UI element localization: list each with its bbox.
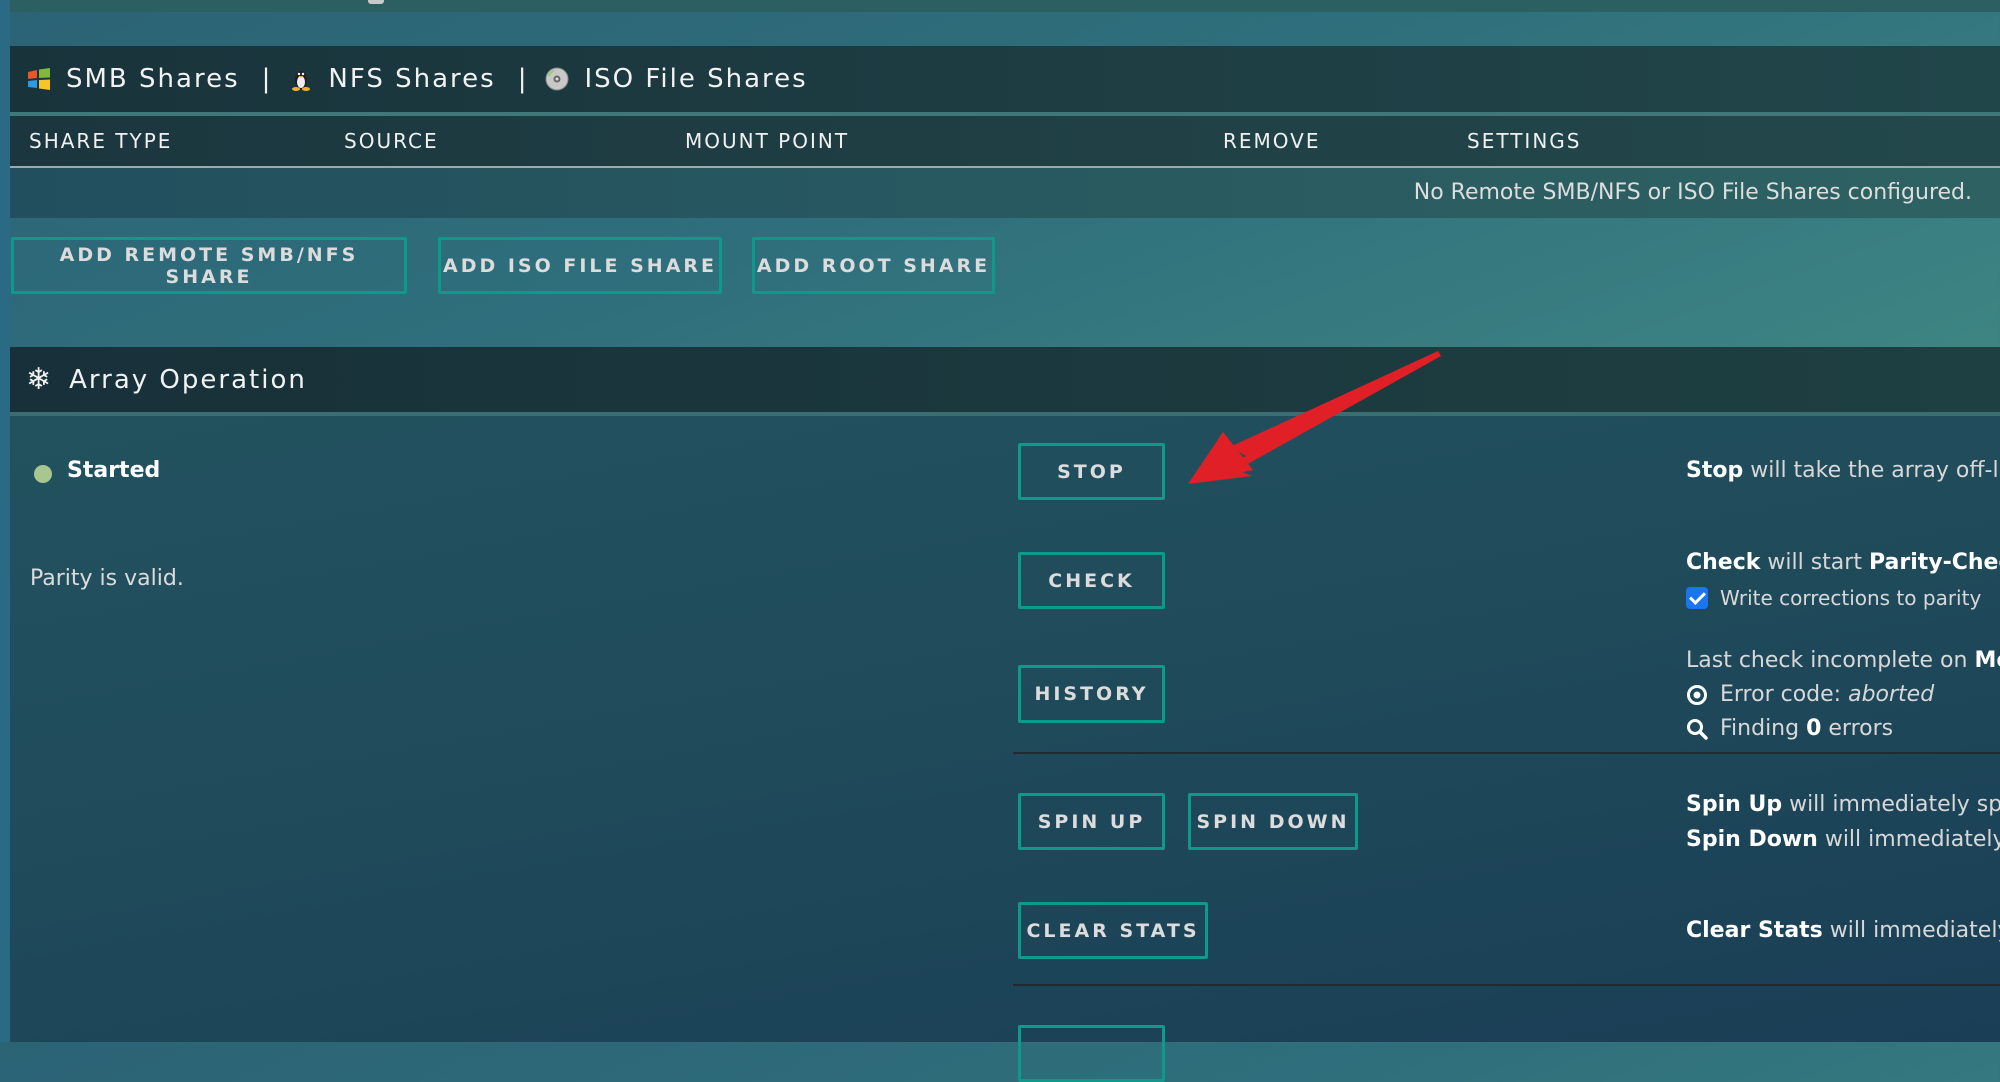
top-section-bottom-edge (10, 0, 2000, 12)
add-root-share-button[interactable]: ADD ROOT SHARE (752, 237, 995, 294)
spin-up-button[interactable]: SPIN UP (1018, 793, 1165, 850)
column-header-remove: REMOVE (1223, 129, 1321, 153)
spin-up-description-text: will immediately spi (1782, 792, 2000, 817)
array-status-label: Started (67, 458, 161, 483)
section-divider (1013, 984, 2000, 986)
error-code-line: Error code: aborted (1686, 682, 1934, 707)
clear-stats-button[interactable]: CLEAR STATS (1018, 902, 1208, 959)
spin-up-description-bold: Spin Up (1686, 792, 1783, 817)
empty-shares-row: No Remote SMB/NFS or ISO File Shares con… (10, 168, 2000, 218)
shares-tab-header: SMB Shares | NFS Shares | ISO File Share… (10, 46, 2000, 116)
parity-check-bold: Parity-Chec (1868, 550, 2000, 575)
search-icon (1686, 716, 1708, 741)
last-check-text: Last check incomplete on (1686, 648, 1975, 673)
spin-down-description-text: will immediately (1817, 827, 2000, 852)
tab-iso-file-shares[interactable]: ISO File Shares (544, 64, 807, 94)
clear-stats-description-text: will immediately (1822, 918, 2000, 943)
tab-iso-file-shares-label: ISO File Shares (584, 64, 808, 94)
tab-smb-shares[interactable]: SMB Shares (26, 64, 240, 94)
tab-smb-shares-label: SMB Shares (66, 64, 240, 94)
write-corrections-label: Write corrections to parity (1720, 586, 1982, 610)
spin-down-description: Spin Down will immediately (1686, 827, 2000, 852)
error-count: 0 (1806, 716, 1822, 741)
windows-logo-icon (26, 66, 52, 92)
linux-tux-icon (288, 66, 314, 92)
write-corrections-checkbox[interactable] (1686, 586, 1708, 609)
error-code-label: Error code: (1720, 682, 1849, 707)
status-indicator-dot (34, 465, 52, 483)
add-iso-file-share-button[interactable]: ADD ISO FILE SHARE (438, 237, 722, 294)
check-description-text: will start (1760, 550, 1869, 575)
disc-icon (544, 66, 570, 92)
check-description-bold: Check (1686, 550, 1761, 575)
parity-status-text: Parity is valid. (30, 566, 184, 591)
column-header-source: SOURCE (344, 129, 439, 153)
stop-description-text: will take the array off-li (1743, 458, 2000, 483)
finding-prefix: Finding (1720, 716, 1807, 741)
write-corrections-option[interactable]: Write corrections to parity (1686, 586, 1981, 611)
last-check-info: Last check incomplete on Mo (1686, 648, 2000, 673)
add-remote-smb-nfs-share-button[interactable]: ADD REMOTE SMB/NFS SHARE (11, 237, 407, 294)
parity-history-button[interactable]: HISTORY (1018, 665, 1165, 723)
error-code-value: aborted (1848, 682, 1935, 707)
stop-description: Stop will take the array off-li (1686, 458, 2000, 483)
shares-table-header: SHARE TYPE SOURCE MOUNT POINT REMOVE SET… (10, 116, 2000, 168)
column-header-mount-point: MOUNT POINT (685, 129, 850, 153)
snowflake-icon: ❄ (26, 362, 54, 397)
clear-stats-description: Clear Stats will immediately (1686, 918, 2000, 943)
column-header-share-type: SHARE TYPE (29, 129, 173, 153)
spin-up-description: Spin Up will immediately spi (1686, 792, 2000, 817)
spin-down-button[interactable]: SPIN DOWN (1188, 793, 1358, 850)
parity-check-button[interactable]: CHECK (1018, 552, 1165, 609)
tab-nfs-shares-label: NFS Shares (328, 64, 496, 94)
left-edge-strip (0, 0, 10, 1042)
section-divider (1013, 752, 2000, 754)
last-check-date: Mo (1974, 648, 2000, 673)
next-operation-button[interactable] (1018, 1025, 1165, 1082)
stop-description-bold: Stop (1686, 458, 1744, 483)
array-operation-title: Array Operation (69, 364, 307, 395)
clear-stats-description-bold: Clear Stats (1686, 918, 1823, 943)
spin-down-description-bold: Spin Down (1686, 827, 1818, 852)
tab-separator: | (517, 64, 529, 94)
partial-top-icon (368, 0, 384, 4)
finding-suffix: errors (1821, 716, 1894, 741)
empty-shares-message: No Remote SMB/NFS or ISO File Shares con… (1413, 180, 1972, 205)
tab-separator: | (261, 64, 273, 94)
array-operation-header: ❄ Array Operation (10, 347, 2000, 416)
dot-circle-icon (1686, 682, 1708, 707)
finding-errors-line: Finding 0 errors (1686, 716, 1893, 741)
check-description: Check will start Parity-Chec (1686, 550, 2000, 575)
column-header-settings: SETTINGS (1467, 129, 1582, 153)
stop-array-button[interactable]: STOP (1018, 443, 1165, 500)
tab-nfs-shares[interactable]: NFS Shares (288, 64, 495, 94)
